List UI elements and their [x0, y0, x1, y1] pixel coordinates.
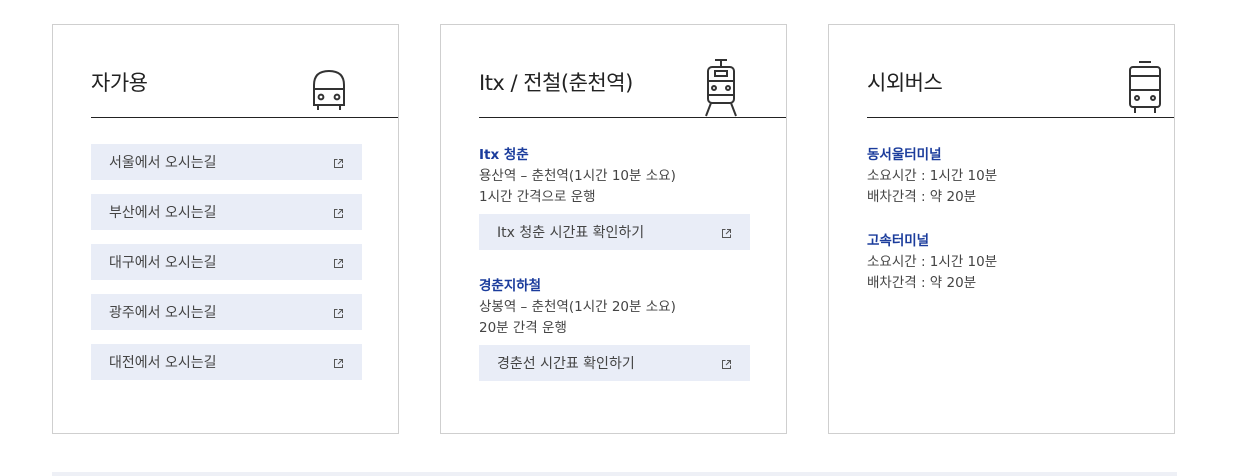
- express-terminal-title: 고속터미널: [867, 233, 930, 249]
- bottom-divider: [52, 472, 1177, 476]
- external-link-icon: [333, 157, 344, 168]
- dongseoul-interval: 배차간격 : 약 20분: [867, 189, 977, 205]
- express-terminal-duration: 소요시간 : 1시간 10분: [867, 254, 998, 270]
- gyeongchun-interval: 20분 간격 운행: [479, 320, 567, 336]
- route-link-label: 부산에서 오시는길: [109, 205, 217, 221]
- external-link-icon: [721, 227, 732, 238]
- dongseoul-title: 동서울터미널: [867, 147, 942, 163]
- bus-card: 시외버스 동서울터미널 소요시간 : 1시간 10분 배차간격 : 약 20분 …: [828, 24, 1175, 434]
- car-card-title: 자가용: [91, 71, 148, 95]
- external-link-icon: [333, 257, 344, 268]
- route-link-gwangju[interactable]: 광주에서 오시는길: [91, 294, 362, 330]
- external-link-icon: [721, 358, 732, 369]
- bus-card-header: 시외버스: [867, 55, 1174, 118]
- car-route-list: 서울에서 오시는길 부산에서 오시는길 대구에서 오시는길 광주에서 오시는길 …: [91, 144, 362, 394]
- dongseoul-section: 동서울터미널 소요시간 : 1시간 10분 배차간격 : 약 20분: [867, 145, 997, 208]
- car-card: 자가용 서울에서 오시는길 부산에서 오시는길 대구에서 오시는길 광주에서 오…: [52, 24, 399, 434]
- itx-interval: 1시간 간격으로 운행: [479, 189, 596, 205]
- itx-title: Itx 청춘: [479, 147, 529, 163]
- gyeongchun-section: 경춘지하철 상봉역 – 춘천역(1시간 20분 소요) 20분 간격 운행 경춘…: [479, 276, 750, 381]
- bus-card-title: 시외버스: [867, 71, 943, 95]
- dongseoul-duration: 소요시간 : 1시간 10분: [867, 168, 998, 184]
- bus-icon: [1125, 59, 1165, 119]
- express-terminal-section: 고속터미널 소요시간 : 1시간 10분 배차간격 : 약 20분: [867, 231, 997, 294]
- itx-route: 용산역 – 춘천역(1시간 10분 소요): [479, 168, 676, 184]
- route-link-seoul[interactable]: 서울에서 오시는길: [91, 144, 362, 180]
- gyeongchun-title: 경춘지하철: [479, 278, 542, 294]
- express-terminal-interval: 배차간격 : 약 20분: [867, 275, 977, 291]
- gyeongchun-route: 상봉역 – 춘천역(1시간 20분 소요): [479, 299, 676, 315]
- external-link-icon: [333, 307, 344, 318]
- train-card-title: Itx / 전철(춘천역): [479, 71, 633, 95]
- external-link-icon: [333, 207, 344, 218]
- train-card-header: Itx / 전철(춘천역): [479, 55, 786, 118]
- itx-section: Itx 청춘 용산역 – 춘천역(1시간 10분 소요) 1시간 간격으로 운행…: [479, 145, 750, 250]
- car-icon: [307, 67, 351, 117]
- itx-timetable-label: Itx 청춘 시간표 확인하기: [497, 225, 645, 241]
- gyeongchun-timetable-label: 경춘선 시간표 확인하기: [497, 356, 635, 372]
- external-link-icon: [333, 357, 344, 368]
- route-link-busan[interactable]: 부산에서 오시는길: [91, 194, 362, 230]
- train-icon: [701, 57, 741, 121]
- route-link-label: 광주에서 오시는길: [109, 305, 217, 321]
- route-link-label: 대전에서 오시는길: [109, 355, 217, 371]
- itx-timetable-button[interactable]: Itx 청춘 시간표 확인하기: [479, 214, 750, 250]
- car-card-header: 자가용: [91, 55, 398, 118]
- route-link-daejeon[interactable]: 대전에서 오시는길: [91, 344, 362, 380]
- route-link-label: 서울에서 오시는길: [109, 155, 217, 171]
- route-link-label: 대구에서 오시는길: [109, 255, 217, 271]
- route-link-daegu[interactable]: 대구에서 오시는길: [91, 244, 362, 280]
- train-card: Itx / 전철(춘천역) Itx 청춘 용산역 – 춘천역(1시간 10분 소…: [440, 24, 787, 434]
- gyeongchun-timetable-button[interactable]: 경춘선 시간표 확인하기: [479, 345, 750, 381]
